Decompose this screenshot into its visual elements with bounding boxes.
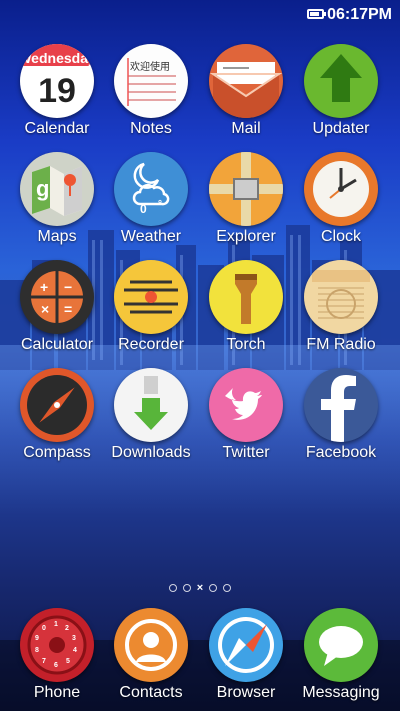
page-dot[interactable] bbox=[168, 584, 177, 592]
app-label: Calculator bbox=[20, 336, 94, 353]
app-label: Mail bbox=[231, 120, 261, 137]
app-compass[interactable]: Compass bbox=[10, 368, 104, 462]
svg-text:8: 8 bbox=[35, 647, 39, 654]
app-label: Twitter bbox=[222, 444, 270, 461]
compass-icon bbox=[20, 368, 94, 442]
app-label: Torch bbox=[226, 336, 266, 353]
app-recorder[interactable]: Recorder bbox=[104, 260, 198, 354]
svg-text:3: 3 bbox=[72, 635, 76, 642]
page-dot[interactable] bbox=[223, 584, 232, 592]
svg-text:5: 5 bbox=[66, 658, 70, 665]
page-dot[interactable] bbox=[182, 584, 191, 592]
app-label: Calendar bbox=[24, 120, 90, 137]
messaging-icon bbox=[304, 608, 378, 682]
weather-temp-text: 0 bbox=[140, 202, 147, 216]
app-label: Maps bbox=[37, 228, 77, 245]
facebook-icon bbox=[304, 368, 378, 442]
svg-text:1: 1 bbox=[54, 621, 58, 628]
updater-icon bbox=[304, 44, 378, 118]
contacts-icon bbox=[114, 608, 188, 682]
app-label: Notes bbox=[130, 120, 172, 137]
app-label: Messaging bbox=[302, 684, 380, 701]
app-mail[interactable]: Mail bbox=[199, 44, 293, 138]
dock-browser[interactable]: Browser bbox=[199, 608, 293, 702]
phone-icon: 123 45 6 78 90 bbox=[20, 608, 94, 682]
app-label: Updater bbox=[312, 120, 370, 137]
dock-contacts[interactable]: Contacts bbox=[104, 608, 198, 702]
app-label: Recorder bbox=[118, 336, 184, 353]
app-label: Facebook bbox=[305, 444, 377, 461]
app-label: Browser bbox=[216, 684, 276, 701]
clock-icon bbox=[304, 152, 378, 226]
app-label: Contacts bbox=[119, 684, 183, 701]
app-fm-radio[interactable]: FM Radio bbox=[294, 260, 388, 354]
app-label: FM Radio bbox=[306, 336, 376, 353]
app-clock[interactable]: Clock bbox=[294, 152, 388, 246]
page-dot[interactable] bbox=[209, 584, 218, 592]
status-bar: 06:17PM bbox=[0, 0, 400, 30]
svg-text:4: 4 bbox=[73, 647, 77, 654]
page-dot-current[interactable]: × bbox=[197, 582, 203, 594]
downloads-icon bbox=[114, 368, 188, 442]
app-label: Phone bbox=[33, 684, 81, 701]
app-updater[interactable]: Updater bbox=[294, 44, 388, 138]
recorder-icon bbox=[114, 260, 188, 334]
app-label: Compass bbox=[23, 444, 91, 461]
svg-text:=: = bbox=[64, 301, 72, 317]
battery-icon bbox=[307, 9, 326, 19]
notes-icon: 欢迎使用 bbox=[114, 44, 188, 118]
calendar-date-text: 19 bbox=[38, 72, 76, 110]
twitter-icon bbox=[209, 368, 283, 442]
app-notes[interactable]: 欢迎使用 Notes bbox=[104, 44, 198, 138]
app-calculator[interactable]: + − × = Calculator bbox=[10, 260, 104, 354]
app-calendar[interactable]: Wednesday 19 Calendar bbox=[10, 44, 104, 138]
status-time: 06:17PM bbox=[327, 6, 392, 23]
svg-text:2: 2 bbox=[65, 625, 69, 632]
browser-icon bbox=[209, 608, 283, 682]
torch-icon bbox=[209, 260, 283, 334]
radio-icon bbox=[304, 260, 378, 334]
explorer-icon bbox=[209, 152, 283, 226]
app-label: Clock bbox=[320, 228, 361, 245]
app-maps[interactable]: g Maps bbox=[10, 152, 104, 246]
svg-text:0: 0 bbox=[42, 625, 46, 632]
app-label: Downloads bbox=[111, 444, 191, 461]
calendar-day-text: Wednesday bbox=[20, 50, 94, 66]
app-weather[interactable]: 0 ° Weather bbox=[104, 152, 198, 246]
app-facebook[interactable]: Facebook bbox=[294, 368, 388, 462]
app-torch[interactable]: Torch bbox=[199, 260, 293, 354]
svg-text:+: + bbox=[40, 279, 48, 295]
svg-text:7: 7 bbox=[42, 658, 46, 665]
app-label: Explorer bbox=[216, 228, 276, 245]
app-explorer[interactable]: Explorer bbox=[199, 152, 293, 246]
svg-text:×: × bbox=[41, 301, 49, 317]
dock-phone[interactable]: 123 45 6 78 90 Phone bbox=[10, 608, 104, 702]
app-twitter[interactable]: Twitter bbox=[199, 368, 293, 462]
calendar-icon: Wednesday 19 bbox=[20, 44, 94, 118]
calculator-icon: + − × = bbox=[20, 260, 94, 334]
degree-symbol: ° bbox=[158, 199, 162, 210]
mail-icon bbox=[209, 44, 283, 118]
dock-messaging[interactable]: Messaging bbox=[294, 608, 388, 702]
svg-text:−: − bbox=[64, 279, 72, 295]
app-downloads[interactable]: Downloads bbox=[104, 368, 198, 462]
notes-preview-text: 欢迎使用 bbox=[130, 62, 170, 73]
maps-icon: g bbox=[20, 152, 94, 226]
svg-text:9: 9 bbox=[35, 635, 39, 642]
svg-text:g: g bbox=[36, 176, 49, 201]
app-label: Weather bbox=[120, 228, 182, 245]
page-indicator: × bbox=[0, 582, 400, 594]
weather-icon: 0 ° bbox=[114, 152, 188, 226]
svg-text:6: 6 bbox=[54, 662, 58, 669]
